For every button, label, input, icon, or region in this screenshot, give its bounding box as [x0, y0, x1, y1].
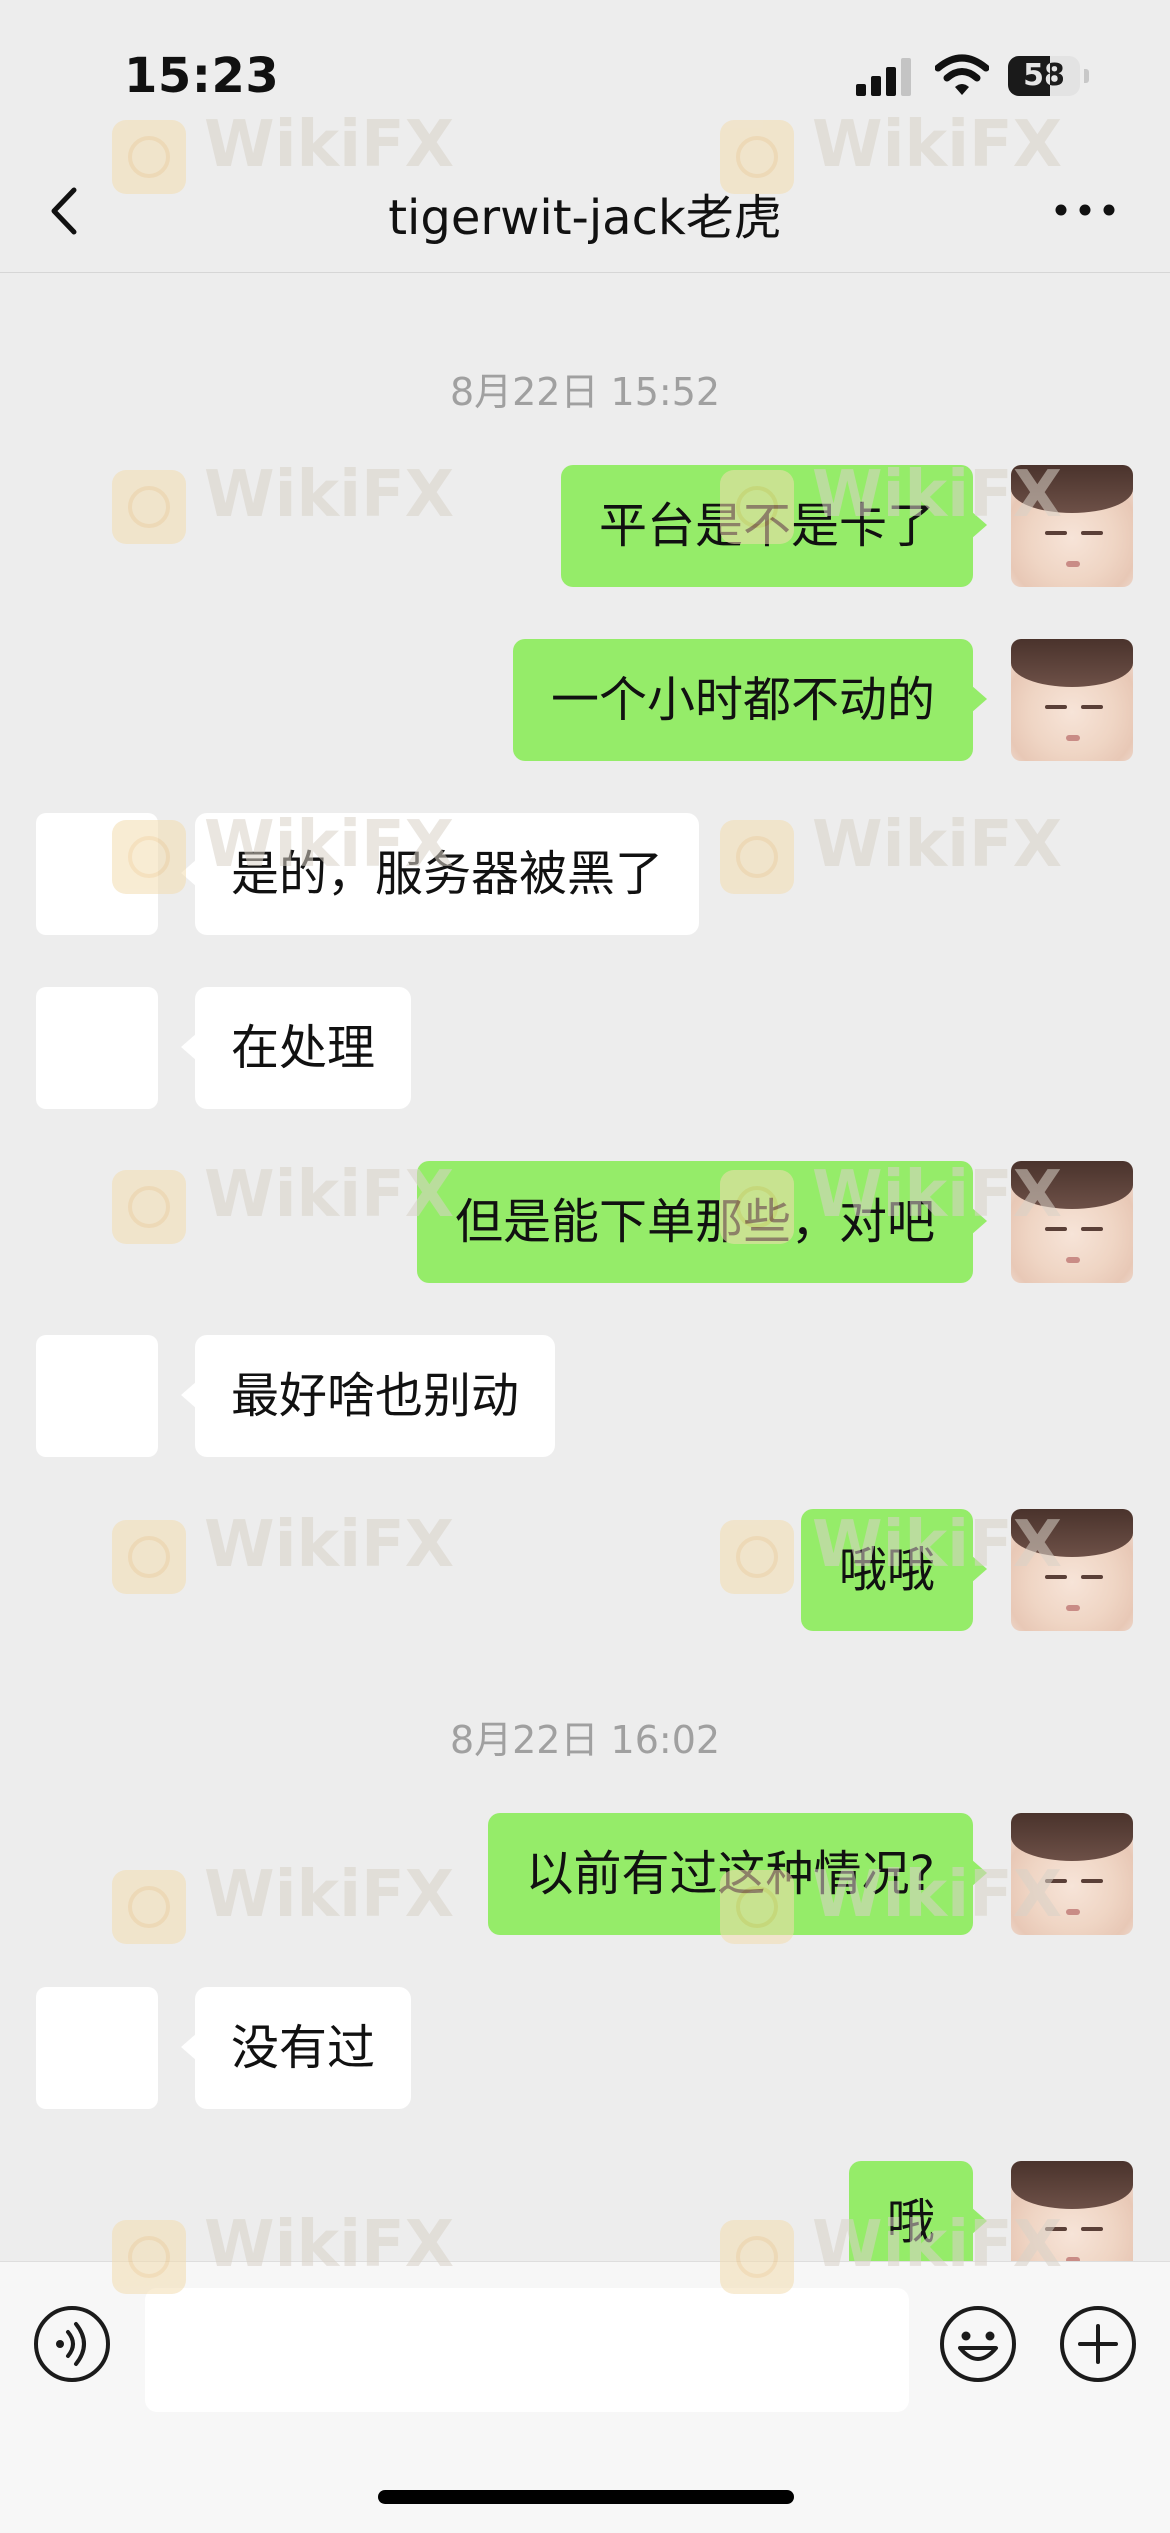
avatar-contact[interactable] — [36, 987, 158, 1109]
more-options-icon[interactable] — [1052, 192, 1118, 228]
cellular-signal-icon — [856, 58, 911, 96]
message-bubble-contact[interactable]: 最好啥也别动 — [180, 1335, 556, 1457]
message-bubble-self[interactable]: 一个小时都不动的 — [512, 639, 988, 761]
message-list[interactable]: 8月22日 15:52 平台是不是卡了 一个小时都不动的 是的，服务器被黑了 在… — [0, 273, 1170, 2261]
chat-header: tigerwit-jack老虎 — [0, 150, 1170, 273]
message-bubble-contact[interactable]: 是的，服务器被黑了 — [180, 813, 700, 935]
message-bubble-contact[interactable]: 没有过 — [180, 1987, 412, 2109]
message-input[interactable] — [145, 2288, 909, 2412]
status-time: 15:23 — [124, 48, 280, 104]
avatar-contact[interactable] — [36, 1335, 158, 1457]
message-bubble-self[interactable]: 平台是不是卡了 — [560, 465, 988, 587]
avatar-self[interactable] — [1011, 465, 1133, 587]
avatar-self[interactable] — [1011, 1813, 1133, 1935]
input-bar — [0, 2261, 1170, 2533]
message-bubble-self[interactable]: 哦 — [848, 2161, 988, 2261]
battery-icon: 58 — [1008, 56, 1090, 96]
battery-percentage: 58 — [1023, 58, 1065, 93]
message-bubble-contact[interactable]: 在处理 — [180, 987, 412, 1109]
avatar-contact[interactable] — [36, 813, 158, 935]
message-bubble-self[interactable]: 以前有过这种情况? — [487, 1813, 988, 1935]
message-bubble-self[interactable]: 哦哦 — [800, 1509, 988, 1631]
chat-title: tigerwit-jack老虎 — [388, 190, 782, 246]
back-chevron-icon[interactable] — [36, 176, 92, 246]
home-indicator — [378, 2490, 794, 2504]
voice-icon[interactable] — [32, 2304, 112, 2384]
avatar-self[interactable] — [1011, 1161, 1133, 1283]
timestamp: 8月22日 16:02 — [449, 1718, 721, 1762]
avatar-self[interactable] — [1011, 1509, 1133, 1631]
wifi-icon — [935, 54, 989, 95]
avatar-self[interactable] — [1011, 639, 1133, 761]
avatar-contact[interactable] — [36, 1987, 158, 2109]
message-bubble-self[interactable]: 但是能下单那些，对吧 — [416, 1161, 988, 1283]
status-bar: 15:23 58 — [0, 0, 1170, 150]
timestamp: 8月22日 15:52 — [449, 370, 721, 414]
avatar-self[interactable] — [1011, 2161, 1133, 2261]
emoji-icon[interactable] — [938, 2304, 1018, 2384]
plus-icon[interactable] — [1058, 2304, 1138, 2384]
